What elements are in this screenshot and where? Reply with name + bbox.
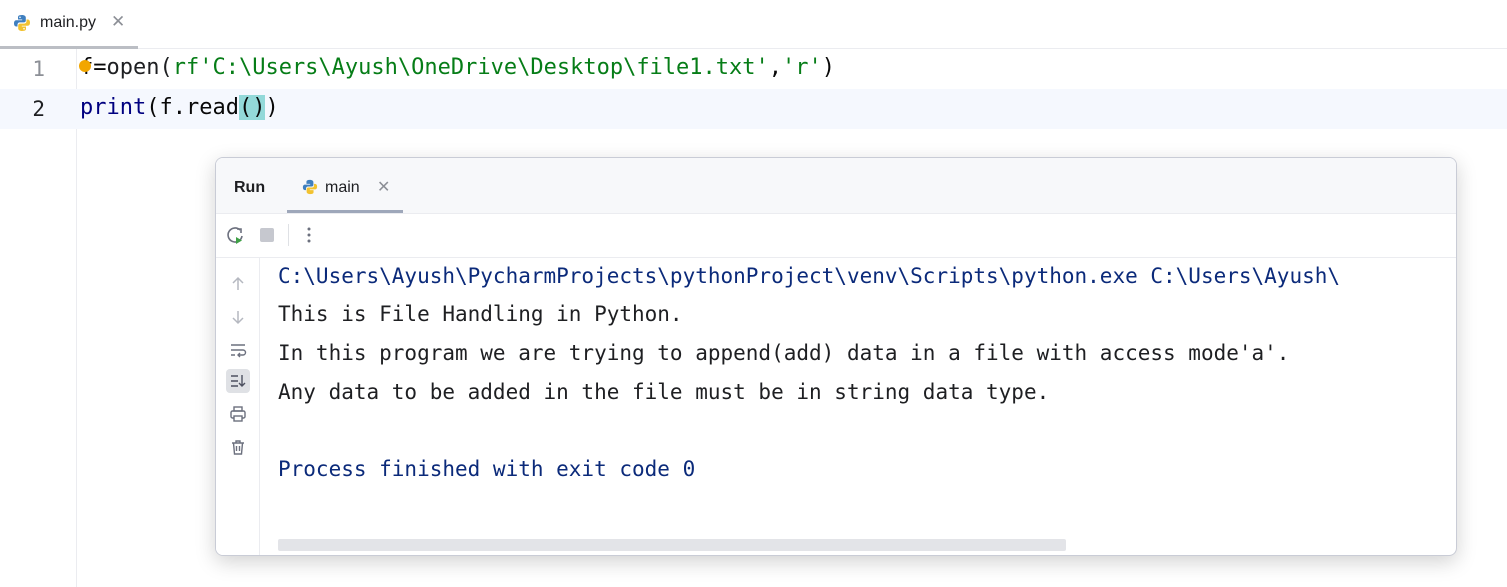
builtin-token: print bbox=[80, 95, 147, 120]
line-number-gutter bbox=[0, 49, 77, 587]
soft-wrap-icon[interactable] bbox=[226, 338, 250, 362]
console-line: C:\Users\Ayush\PycharmProjects\pythonPro… bbox=[278, 264, 1341, 288]
console-output[interactable]: C:\Users\Ayush\PycharmProjects\pythonPro… bbox=[278, 258, 1456, 538]
code-token: ) bbox=[821, 55, 836, 80]
trash-icon[interactable] bbox=[226, 435, 250, 459]
code-token: ) bbox=[265, 95, 279, 120]
string-literal: rf'C:\Users\Ayush\OneDrive\Desktop\file1… bbox=[172, 55, 769, 80]
python-icon bbox=[302, 179, 318, 195]
line-number: 1 bbox=[32, 57, 45, 81]
tab-run-main[interactable]: main ✕ bbox=[287, 158, 403, 213]
close-icon[interactable]: ✕ bbox=[111, 12, 125, 32]
stop-icon[interactable] bbox=[256, 224, 278, 246]
console-side-toolbar bbox=[216, 258, 260, 555]
code-token: open( bbox=[106, 55, 173, 80]
line-number: 2 bbox=[32, 97, 45, 121]
code-token: , bbox=[768, 55, 783, 80]
scroll-to-end-icon[interactable] bbox=[226, 369, 250, 393]
horizontal-scrollbar[interactable] bbox=[278, 539, 1066, 551]
tab-label: main.py bbox=[40, 14, 97, 31]
code-line-2[interactable]: 2 print(f.read()) bbox=[0, 89, 1507, 129]
code-token: (f.read bbox=[146, 95, 239, 120]
tab-main-py[interactable]: main.py ✕ bbox=[0, 0, 138, 49]
run-toolbar bbox=[216, 214, 1456, 258]
run-tool-window: Run main ✕ C:\Users\Ayush\PycharmProject… bbox=[215, 157, 1457, 556]
console-line: This is File Handling in Python. bbox=[278, 302, 683, 326]
more-vertical-icon[interactable] bbox=[298, 224, 320, 246]
python-icon bbox=[14, 15, 30, 31]
code-line-1[interactable]: 1 f=open(rf'C:\Users\Ayush\OneDrive\Desk… bbox=[0, 49, 1507, 89]
console-line: Any data to be added in the file must be… bbox=[278, 380, 1050, 404]
rerun-icon[interactable] bbox=[224, 224, 246, 246]
console-line: Process finished with exit code 0 bbox=[278, 457, 696, 481]
arrow-down-icon[interactable] bbox=[226, 305, 250, 329]
string-literal: 'r' bbox=[782, 55, 822, 80]
matched-paren-highlight: () bbox=[238, 95, 266, 120]
code-text[interactable]: print(f.read()) bbox=[80, 95, 279, 120]
run-title: Run bbox=[234, 179, 266, 196]
editor-tab-bar: main.py ✕ bbox=[0, 0, 1507, 49]
tab-label: main bbox=[325, 179, 360, 196]
arrow-up-icon[interactable] bbox=[226, 272, 250, 296]
print-icon[interactable] bbox=[226, 402, 250, 426]
code-text[interactable]: f=open(rf'C:\Users\Ayush\OneDrive\Deskto… bbox=[79, 55, 836, 80]
toolbar-separator bbox=[288, 224, 289, 246]
active-tab-indicator bbox=[287, 210, 403, 213]
console-line: In this program we are trying to append(… bbox=[278, 341, 1290, 365]
run-header: Run main ✕ bbox=[216, 158, 1456, 214]
code-token: = bbox=[93, 55, 107, 80]
close-icon[interactable]: ✕ bbox=[377, 177, 390, 197]
